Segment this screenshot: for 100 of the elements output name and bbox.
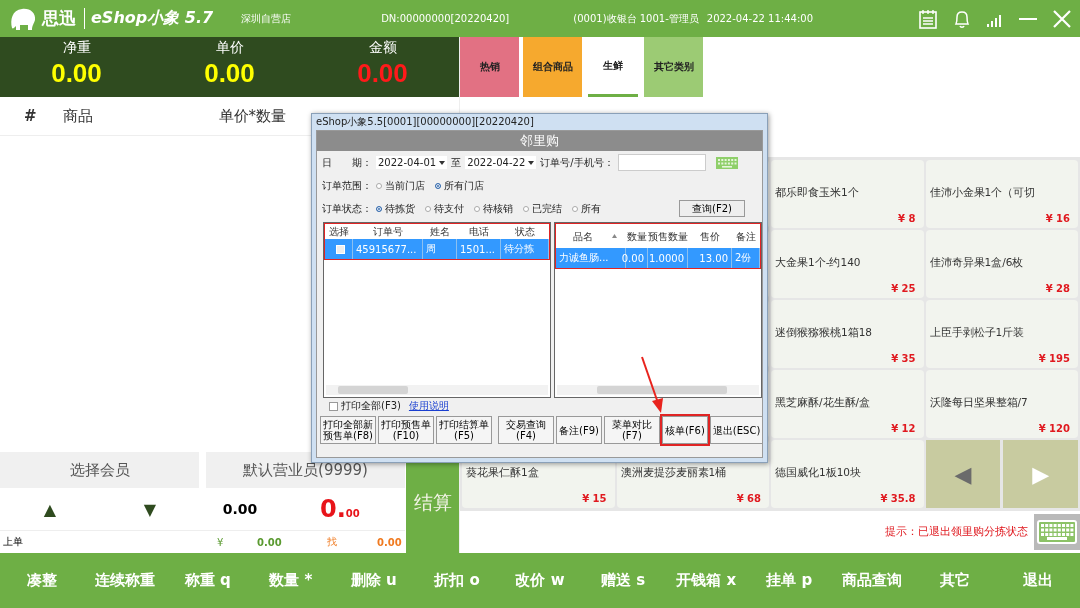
product-price: ¥ 25 <box>891 283 916 294</box>
product-name: 德国威化1板10块 <box>775 466 863 480</box>
product-name: 沃隆每日坚果整箱/7 <box>929 396 1029 410</box>
status-radio[interactable]: 待支付 <box>425 201 464 216</box>
dialog-button[interactable]: 打印结算单(F5) <box>436 416 492 444</box>
column-header: 备注 <box>735 230 757 242</box>
print-all-checkbox[interactable]: 打印全部(F3) <box>329 399 401 413</box>
product-price: ¥ 16 <box>1045 213 1070 224</box>
display-value: 0.00 <box>204 57 255 89</box>
column-header: 品名 <box>572 230 594 242</box>
column-header: 订单号 <box>372 226 404 237</box>
scope-radio[interactable]: 所有门店 <box>435 178 484 193</box>
product-card[interactable]: 德国威化1板10块 ¥ 35.8 <box>771 440 924 508</box>
product-card[interactable]: 迷倒猴猕猴桃1箱18 ¥ 35 <box>771 300 924 368</box>
status-radio[interactable]: 待核销 <box>474 201 513 216</box>
display-label: 净重 <box>62 39 91 57</box>
scroll-up-button[interactable]: ▲ <box>0 499 100 519</box>
product-name: 澳洲麦提莎麦丽素1桶 <box>620 466 728 480</box>
column-header: 姓名 <box>429 226 451 237</box>
column-header: 单价*数量 <box>218 106 287 126</box>
dialog-title: 邻里购 <box>520 133 559 148</box>
product-price: ¥ 35 <box>891 353 916 364</box>
product-card[interactable]: 黑芝麻酥/花生酥/盒 ¥ 12 <box>771 370 924 438</box>
paid-amount: 0.00 <box>257 536 283 548</box>
product-price: ¥ 8 <box>898 213 916 224</box>
product-price: ¥ 28 <box>1045 283 1070 294</box>
date-time: 2022-04-22 11:44:00 <box>706 13 813 24</box>
table-cell: 周 <box>423 239 457 259</box>
column-header: 状态 <box>514 226 536 237</box>
column-header: 电话 <box>468 226 490 237</box>
column-header: 预售数量 <box>648 230 688 242</box>
column-header: 数量 <box>626 230 648 242</box>
scope-radio[interactable]: 当前门店 <box>376 178 425 193</box>
brand-name: 思迅 <box>42 7 76 30</box>
column-header: 选择 <box>328 226 350 237</box>
display-value: 0.00 <box>51 57 102 89</box>
product-price: ¥ 12 <box>891 423 916 434</box>
category-tab[interactable]: 组合商品 <box>523 37 582 97</box>
total-quantity: 0.00 <box>221 501 259 517</box>
display-label: 单价 <box>215 39 244 57</box>
product-name: 黑芝麻酥/花生酥/盒 <box>775 396 872 410</box>
table-cell: 待分拣 <box>501 239 549 259</box>
scope-label: 订单范围： <box>322 178 372 193</box>
status-label: 订单状态： <box>322 201 372 216</box>
scroll-down-button[interactable]: ▼ <box>100 499 200 519</box>
product-card[interactable]: 沃隆每日坚果整箱/7 ¥ 120 <box>925 370 1078 438</box>
dialog-button[interactable]: 打印全部新预售单(F8) <box>320 416 376 444</box>
query-button[interactable]: 查询(F2) <box>679 200 745 217</box>
column-header: 售价 <box>699 230 721 242</box>
product-name: 上臣手剥松子1斤装 <box>929 326 1026 340</box>
status-radio[interactable]: 所有 <box>572 201 601 216</box>
change-label: 找 <box>327 535 338 549</box>
column-header: # <box>24 107 37 125</box>
dialog-button[interactable]: 菜单对比(F7) <box>603 416 660 444</box>
date-to-dropdown[interactable]: 2022-04-22 <box>465 156 537 169</box>
dialog-button[interactable]: 备注(F9) <box>556 416 602 444</box>
product-card[interactable]: 都乐即食玉米1个 ¥ 8 <box>771 160 924 228</box>
table-cell: 1501... <box>457 239 501 259</box>
device-number: DN:00000000[20220420] <box>381 13 510 24</box>
product-name: 大金果1个-约140 <box>775 256 862 270</box>
hint-message: 提示：已退出领里购分拣状态 <box>885 524 1028 539</box>
product-card[interactable]: 佳沛奇异果1盒/6枚 ¥ 28 <box>925 230 1078 298</box>
dialog-button[interactable]: 交易查询(F4) <box>498 416 554 444</box>
product-name: 葵花果仁酥1盒 <box>466 466 540 480</box>
column-header: 商品 <box>62 106 93 126</box>
help-link[interactable]: 使用说明 <box>408 399 449 413</box>
store-name: 深圳自营店 <box>241 11 292 26</box>
table-cell: 2份 <box>732 248 760 268</box>
to-label: 至 <box>451 155 462 170</box>
product-name: 佳沛小金果1个（可切 <box>929 186 1037 200</box>
dialog-button[interactable]: 核单(F6) <box>661 416 708 444</box>
currency-sign: ¥ <box>217 536 225 548</box>
date-label: 日 期： <box>322 155 372 170</box>
cashier-info: (0001)收银台 1001-管理员 <box>573 11 699 26</box>
product-price: ¥ 15 <box>582 493 607 504</box>
table-cell: 1.0000 <box>648 248 688 268</box>
product-name: 都乐即食玉米1个 <box>775 186 860 200</box>
last-order-label: 上单 <box>3 535 24 549</box>
status-radio[interactable]: 待拣货 <box>376 201 415 216</box>
product-price: ¥ 68 <box>736 493 761 504</box>
member-button[interactable]: 选择会员 <box>0 452 199 488</box>
product-name: 佳沛奇异果1盒/6枚 <box>929 256 1025 270</box>
search-label: 订单号/手机号： <box>540 155 614 170</box>
category-tab[interactable]: 其它类别 <box>644 37 703 97</box>
dialog-button[interactable]: 退出(ESC) <box>709 416 764 444</box>
product-price: ¥ 195 <box>1038 353 1070 364</box>
status-radio[interactable]: 已完结 <box>523 201 562 216</box>
product-price: ¥ 35.8 <box>880 493 916 504</box>
display-value: 0.00 <box>357 57 408 89</box>
product-card[interactable]: 上臣手剥松子1斤装 ¥ 195 <box>925 300 1078 368</box>
product-price: ¥ 120 <box>1038 423 1070 434</box>
product-card[interactable]: 大金果1个-约140 ¥ 25 <box>771 230 924 298</box>
window-title: eShop小象5.5[0001][00000000][20220420] <box>316 115 534 129</box>
product-card[interactable]: 佳沛小金果1个（可切 ¥ 16 <box>925 160 1078 228</box>
dialog-button[interactable]: 打印预售单(F10) <box>378 416 434 444</box>
product-name: eShop小象 5.7 <box>84 8 214 29</box>
total-amount: 0.00 <box>320 495 360 523</box>
date-from-dropdown[interactable]: 2022-04-01 <box>376 156 448 169</box>
category-tab[interactable]: 热销 <box>460 37 519 97</box>
table-cell: 13.00 <box>688 248 732 268</box>
